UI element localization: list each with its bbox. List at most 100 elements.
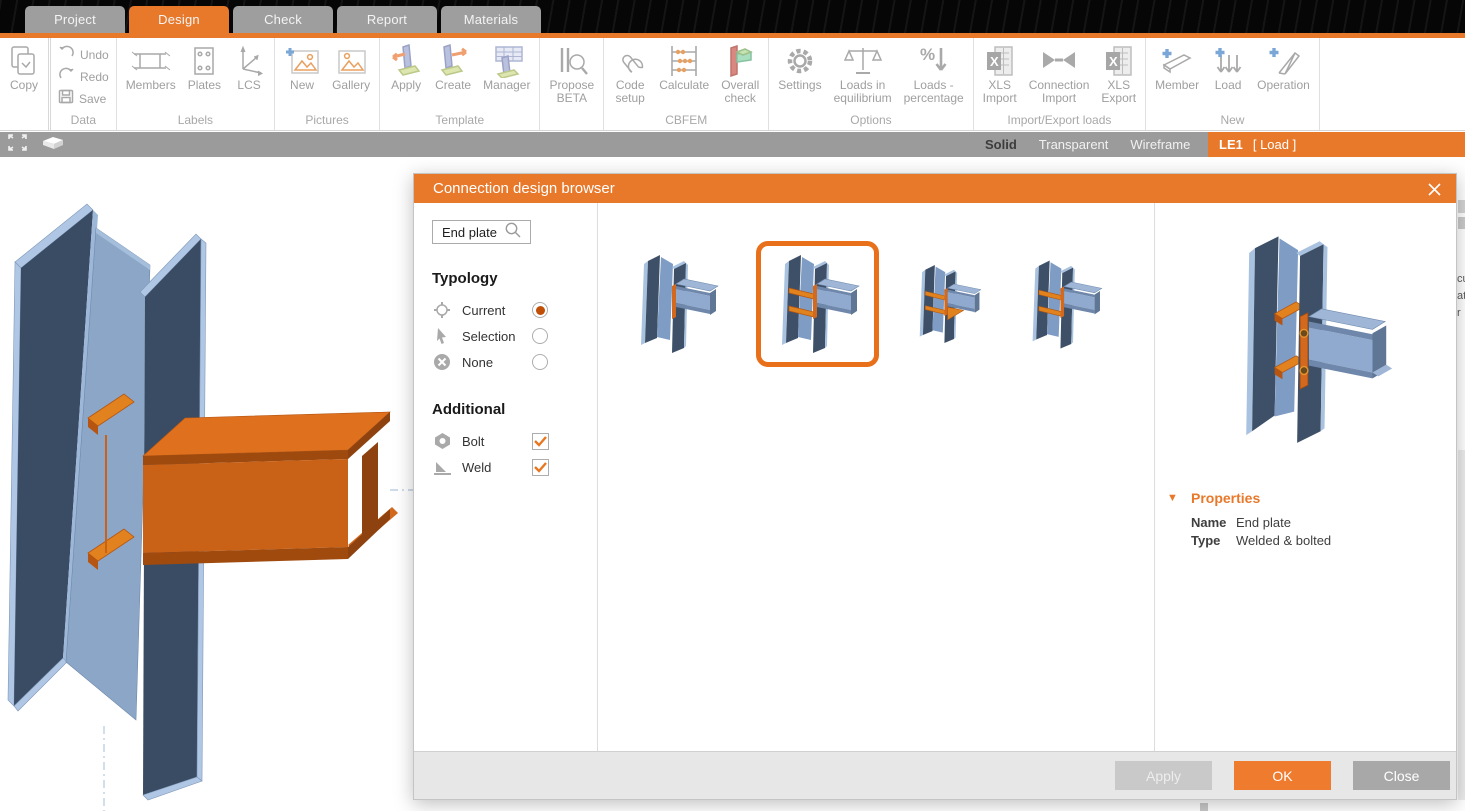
tab-check[interactable]: Check — [233, 6, 333, 33]
xls-export-button[interactable]: XXLS Export — [1095, 43, 1142, 105]
tab-design[interactable]: Design — [129, 6, 229, 33]
selection-radio[interactable] — [532, 328, 548, 344]
bolt-checkbox[interactable] — [532, 433, 549, 450]
ribbon-group-label: Template — [383, 113, 536, 130]
collapse-triangle-icon[interactable]: ▼ — [1167, 492, 1191, 504]
new-member-button[interactable]: Member — [1149, 43, 1205, 92]
typology-options: Current Selection None — [432, 297, 597, 375]
weld-checkbox[interactable] — [532, 459, 549, 476]
svg-text:X: X — [1109, 54, 1118, 69]
members-button[interactable]: Members — [120, 43, 182, 92]
connection-import-button[interactable]: Connection Import — [1023, 43, 1096, 105]
template-create-button[interactable]: Create — [429, 43, 477, 92]
additional-options: Bolt Weld — [432, 428, 597, 480]
current-radio[interactable] — [532, 302, 548, 318]
none-radio[interactable] — [532, 354, 548, 370]
solid-view-icon[interactable] — [41, 135, 65, 155]
new-load-icon — [1211, 43, 1245, 79]
template-manager-icon — [488, 43, 526, 79]
search-box[interactable] — [432, 220, 531, 244]
typology-option-selection[interactable]: Selection — [432, 323, 597, 349]
background-scrollbar-nub[interactable] — [1200, 803, 1208, 811]
ribbon-group-label — [3, 113, 45, 130]
connection-thumbnail-4[interactable] — [1017, 256, 1112, 353]
new-operation-button[interactable]: Operation — [1251, 43, 1316, 92]
sliver-text-fragments: cuatr — [1457, 271, 1465, 322]
picture-gallery-button[interactable]: Gallery — [326, 43, 376, 92]
ok-button[interactable]: OK — [1234, 761, 1331, 790]
typology-option-current[interactable]: Current — [432, 297, 597, 323]
search-icon[interactable] — [504, 221, 522, 244]
dialog-titlebar[interactable]: Connection design browser — [414, 174, 1456, 203]
loads-percentage-button[interactable]: %Loads - percentage — [898, 43, 970, 105]
ribbon-group-pictures: NewGallery Pictures — [275, 38, 380, 130]
connection-thumbnail-1[interactable] — [624, 250, 729, 358]
tab-materials[interactable]: Materials — [441, 6, 541, 33]
code-setup-button[interactable]: Code setup — [607, 43, 653, 105]
connection-thumbnail-2-selected[interactable] — [756, 241, 879, 367]
view-mode-transparent[interactable]: Transparent — [1039, 137, 1109, 152]
typology-heading: Typology — [432, 270, 597, 287]
template-manager-button[interactable]: Manager — [477, 43, 536, 92]
dialog-footer: Apply OK Close — [414, 751, 1456, 799]
plates-button[interactable]: Plates — [182, 43, 227, 92]
overall-check-icon — [725, 43, 755, 79]
preview-connection-svg — [1210, 222, 1396, 472]
view-toolbar: Solid Transparent Wireframe LE1 [ Load ] — [0, 132, 1465, 157]
connection-thumbnail-3[interactable] — [906, 261, 990, 347]
loads-equilibrium-icon — [843, 43, 883, 79]
ribbon-group-label: Labels — [120, 113, 271, 130]
new-load-button[interactable]: Load — [1205, 43, 1251, 92]
propose-button[interactable]: Propose BETA — [543, 43, 600, 105]
xls-export-icon: X — [1104, 43, 1134, 79]
properties-rows: NameEnd plateTypeWelded & bolted — [1155, 514, 1456, 550]
load-effect-bar[interactable]: LE1 [ Load ] — [1208, 132, 1465, 157]
close-button[interactable]: Close — [1353, 761, 1450, 790]
view-mode-wireframe[interactable]: Wireframe — [1130, 137, 1190, 152]
undo-icon — [58, 45, 75, 64]
view-mode-solid[interactable]: Solid — [985, 137, 1017, 152]
beam-web-front — [143, 459, 348, 553]
apply-button[interactable]: Apply — [1115, 761, 1212, 790]
connection-design-browser-dialog: Connection design browser Typology Curre… — [413, 173, 1457, 800]
3d-model-view[interactable] — [0, 160, 413, 811]
lcs-button[interactable]: LCS — [227, 43, 271, 92]
sliver-block — [1458, 450, 1465, 800]
redo-icon — [58, 67, 75, 86]
settings-button[interactable]: Settings — [772, 43, 827, 92]
save-button[interactable]: Save — [58, 89, 109, 108]
tab-report[interactable]: Report — [337, 6, 437, 33]
redo-button[interactable]: Redo — [58, 67, 109, 86]
template-thumbnails — [624, 244, 1112, 364]
svg-text:%: % — [920, 45, 935, 64]
close-icon[interactable] — [1424, 179, 1444, 199]
search-input[interactable] — [442, 225, 504, 240]
property-name: NameEnd plate — [1191, 514, 1456, 532]
properties-heading: Properties — [1191, 490, 1260, 506]
xls-import-button[interactable]: XXLS Import — [977, 43, 1023, 105]
picture-new-button[interactable]: New — [278, 43, 326, 92]
undo-button[interactable]: Undo — [58, 45, 109, 64]
ribbon-group-options: SettingsLoads in equilibrium%Loads - per… — [769, 38, 973, 130]
copy-button[interactable]: Copy — [3, 43, 45, 92]
typology-option-none[interactable]: None — [432, 349, 597, 375]
window-titlebar: ProjectDesignCheckReportMaterials — [0, 0, 1465, 33]
results-panel — [598, 203, 1154, 751]
zoom-extents-icon[interactable] — [8, 134, 27, 156]
additional-option-weld[interactable]: Weld — [432, 454, 597, 480]
additional-option-bolt[interactable]: Bolt — [432, 428, 597, 454]
new-operation-icon — [1265, 43, 1301, 79]
picture-new-icon — [284, 43, 320, 79]
connection-import-icon — [1041, 43, 1077, 79]
ribbon-group-label: Pictures — [278, 113, 376, 130]
overall-check-button[interactable]: Overall check — [715, 43, 765, 105]
ribbon-group-import-export-loads: XXLS ImportConnection ImportXXLS ExportI… — [974, 38, 1146, 130]
bolt-icon — [432, 432, 452, 450]
copy-icon — [9, 43, 39, 79]
calculate-button[interactable]: Calculate — [653, 43, 715, 92]
ribbon-group-unlabeled: Propose BETA — [540, 38, 604, 130]
loads-equilibrium-button[interactable]: Loads in equilibrium — [828, 43, 898, 105]
tab-project[interactable]: Project — [25, 6, 125, 33]
template-apply-button[interactable]: Apply — [383, 43, 429, 92]
none-icon — [432, 353, 452, 371]
